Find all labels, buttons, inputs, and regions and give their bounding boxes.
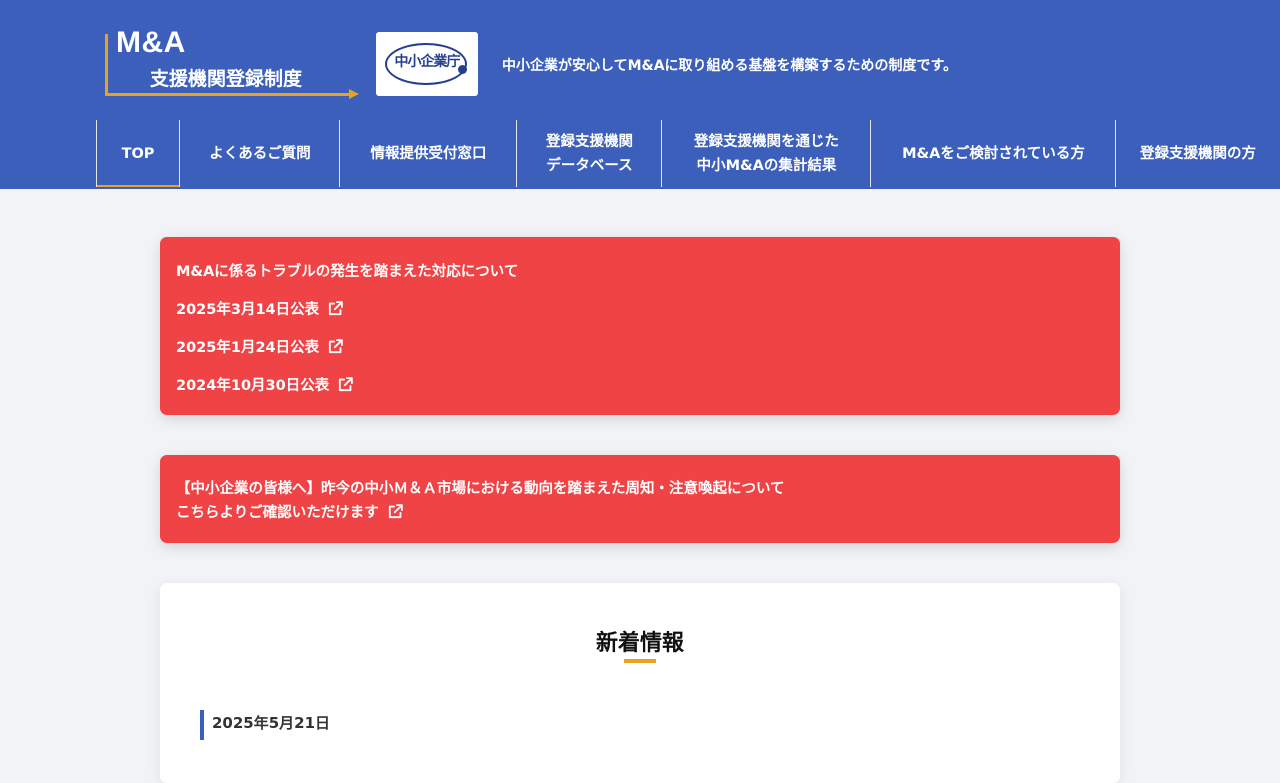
nav-item-label: TOP [121,145,155,162]
nav-item-top[interactable]: TOP [96,120,179,187]
logo-sub-text: 支援機関登録制度 [150,68,303,90]
site-logo[interactable]: M&A 支援機関登録制度 [103,26,363,102]
nav-item-faq[interactable]: よくあるご質問 [179,120,340,187]
notice-link-label: 2025年3月14日公表 [176,302,320,318]
notice-link[interactable]: 2024年10月30日公表 [176,374,354,395]
logo-accent-line [105,34,108,96]
notice-link-label: 2024年10月30日公表 [176,378,330,394]
news-heading-underline [624,659,656,663]
news-entry-marker [200,710,204,740]
nav-item-label: 登録支援機関を通じた [694,133,839,150]
site-tagline: 中小企業が安心してM&Aに取り組める基盤を構築するための制度です。 [502,58,958,74]
nav-item-label: データベース [546,157,633,174]
notice-title: M&Aに係るトラブルの発生を踏まえた対応について [176,260,518,281]
nav-item-label: よくあるご質問 [209,145,311,162]
agency-logo-dot [458,65,467,74]
nav-item-label: 登録支援機関の方 [1140,145,1256,162]
nav-item-label: 中小M&Aの集計結果 [696,157,837,174]
caution-title: 【中小企業の皆様へ】昨今の中小Ｍ＆Ａ市場における動向を踏まえた周知・注意喚起につ… [176,477,785,498]
external-link-icon [339,377,354,392]
notice-link-label: 2025年1月24日公表 [176,340,320,356]
caution-link-label: こちらよりご確認いただけます [176,505,379,521]
news-section: 新着情報 2025年5月21日 [160,583,1120,783]
main-navigation: TOP よくあるご質問 情報提供受付窓口 登録支援機関 データベース 登録支援機… [96,120,1280,189]
logo-main-text: M&A [116,26,186,59]
nav-item-considering[interactable]: M&Aをご検討されている方 [870,120,1116,187]
news-entry-date: 2025年5月21日 [212,714,331,732]
external-link-icon [388,504,403,519]
external-link-icon [329,301,343,316]
nav-item-database[interactable]: 登録支援機関 データベース [516,120,662,187]
logo-accent-line [105,93,351,96]
agency-logo[interactable]: 中小企業庁 [376,32,478,96]
external-link-icon [329,339,343,354]
caution-notice: 【中小企業の皆様へ】昨今の中小Ｍ＆Ａ市場における動向を踏まえた周知・注意喚起につ… [160,455,1120,543]
notice-title-text: M&Aに係るトラブルの発生を踏まえた対応について [176,264,519,280]
nav-item-label: 情報提供受付窓口 [370,145,487,162]
nav-item-registered[interactable]: 登録支援機関の方 [1115,120,1280,187]
notice-link[interactable]: 2025年3月14日公表 [176,298,344,319]
site-header: M&A 支援機関登録制度 中小企業庁 中小企業が安心してM&Aに取り組める基盤を… [0,0,1280,189]
nav-item-label: 登録支援機関 [546,133,633,150]
nav-item-results[interactable]: 登録支援機関を通じた 中小M&Aの集計結果 [661,120,871,187]
caution-title-text: 【中小企業の皆様へ】昨今の中小Ｍ＆Ａ市場における動向を踏まえた周知・注意喚起につ… [176,481,785,497]
news-heading: 新着情報 [595,631,684,656]
logo-arrow-icon [349,89,359,99]
caution-link[interactable]: こちらよりご確認いただけます [176,501,404,522]
nav-item-info-desk[interactable]: 情報提供受付窓口 [339,120,517,187]
trouble-notice: M&Aに係るトラブルの発生を踏まえた対応について 2025年3月14日公表 20… [160,237,1120,415]
notice-link[interactable]: 2025年1月24日公表 [176,336,344,357]
nav-item-label: M&Aをご検討されている方 [902,145,1085,162]
